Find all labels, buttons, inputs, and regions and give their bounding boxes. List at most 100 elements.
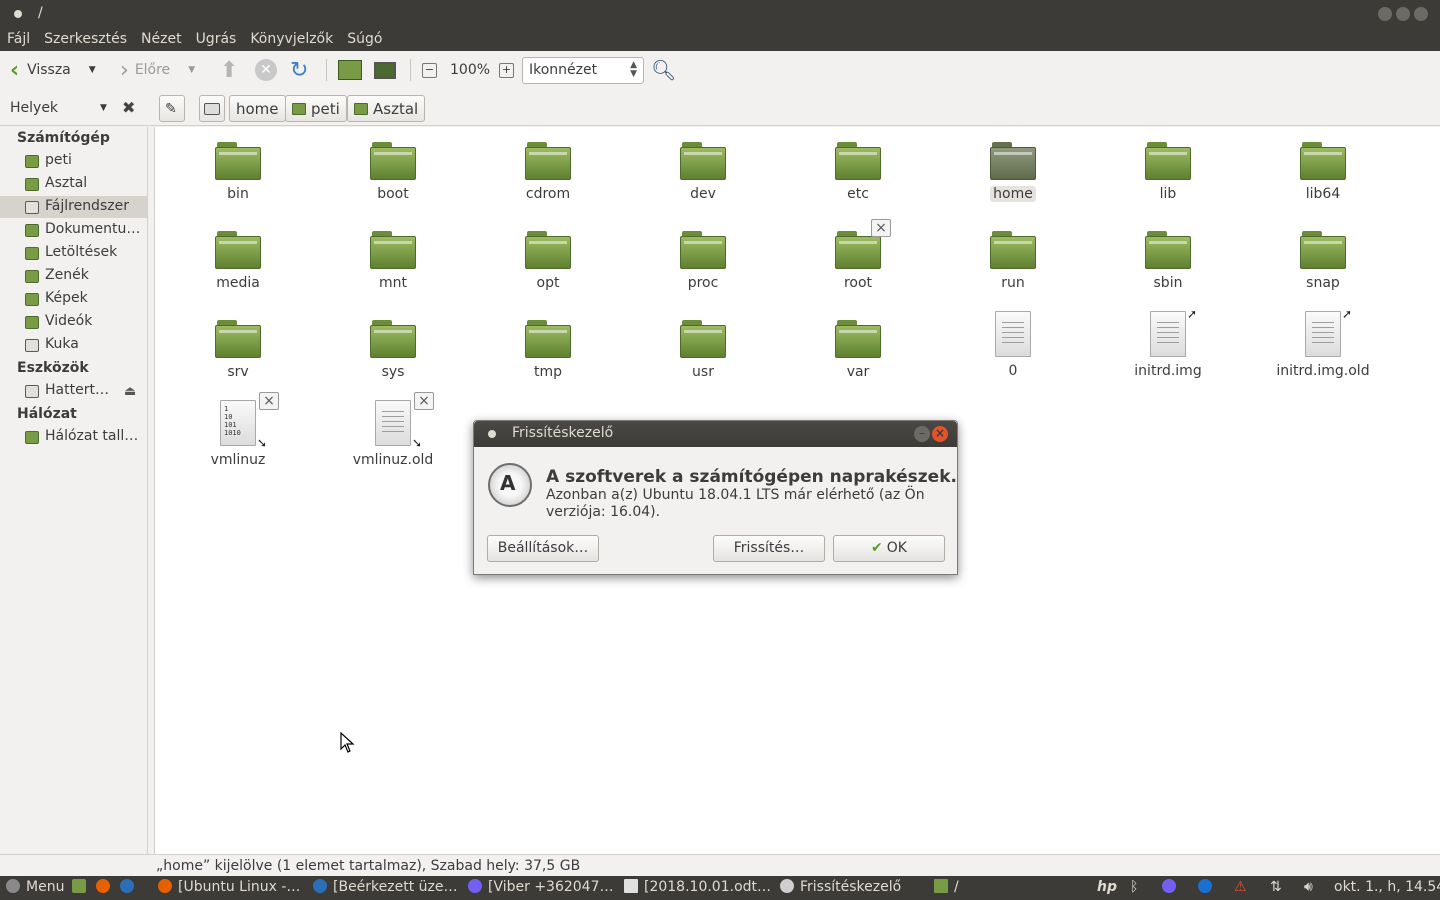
hp-tray-icon[interactable]: hp — [1097, 879, 1117, 895]
path-root-button[interactable] — [199, 95, 225, 122]
window-menu-icon[interactable] — [14, 10, 22, 18]
task-document[interactable]: [2018.10.01.odt… — [624, 879, 771, 895]
file-item[interactable]: dev — [628, 142, 778, 202]
file-item[interactable]: root × — [783, 219, 933, 291]
path-home-button[interactable]: home — [229, 95, 286, 122]
window-menu-icon[interactable] — [488, 430, 496, 438]
network-transfer-icon[interactable]: ⇅ — [1270, 879, 1282, 895]
folder-icon — [680, 231, 726, 269]
sidebar-item-trash[interactable]: Kuka — [0, 334, 147, 356]
dialog-close-button[interactable]: × — [932, 426, 948, 442]
task-mail[interactable]: [Beérkezett üze… — [313, 879, 458, 895]
show-desktop-launcher[interactable] — [72, 879, 92, 895]
maximize-button[interactable] — [1396, 7, 1410, 21]
sidebar-item-device[interactable]: Hattert… ⏏ — [0, 380, 147, 402]
file-item[interactable]: lib — [1093, 142, 1243, 202]
close-sidebar-icon[interactable]: ✖ — [122, 89, 135, 126]
zoom-out-button[interactable]: − — [422, 51, 437, 89]
viber-tray-icon[interactable] — [1162, 879, 1176, 895]
firefox-launcher[interactable] — [96, 879, 116, 895]
file-item[interactable]: ➚ initrd.img — [1093, 307, 1243, 379]
file-item[interactable]: tmp — [473, 320, 623, 380]
file-item[interactable]: media — [163, 231, 313, 291]
folder-icon — [215, 320, 261, 358]
home-button[interactable] — [338, 51, 362, 89]
thunderbird-launcher[interactable] — [120, 879, 140, 895]
menu-file[interactable]: Fájl — [0, 28, 37, 51]
file-item[interactable]: etc — [783, 142, 933, 202]
file-item[interactable]: sys — [318, 320, 468, 380]
sidebar-item-videos[interactable]: Videók — [0, 311, 147, 333]
close-button[interactable] — [1414, 7, 1428, 21]
computer-button[interactable] — [374, 51, 396, 89]
file-item[interactable]: run — [938, 231, 1088, 291]
places-select[interactable]: Helyek ▼ — [10, 89, 107, 126]
file-item[interactable]: 0 — [938, 311, 1088, 379]
zoom-in-button[interactable]: + — [499, 51, 514, 89]
file-item[interactable]: ➘ × vmlinuz.old — [318, 392, 468, 468]
volume-icon[interactable]: 🔊︎ — [1304, 879, 1313, 895]
file-item[interactable]: opt — [473, 231, 623, 291]
file-item[interactable]: ➚ initrd.img.old — [1248, 307, 1398, 379]
chevron-down-icon[interactable]: ▼ — [188, 65, 195, 75]
ok-button[interactable]: ✔ OK — [833, 535, 945, 562]
sidebar-item-desktop[interactable]: Asztal — [0, 173, 147, 195]
menu-go[interactable]: Ugrás — [189, 28, 244, 51]
sidebar-item-filesystem[interactable]: Fájlrendszer — [0, 196, 147, 218]
sidebar-item-downloads[interactable]: Letöltések — [0, 242, 147, 264]
documents-folder-icon — [25, 224, 39, 237]
task-viber[interactable]: [Viber +362047… — [468, 879, 614, 895]
file-item-selected[interactable]: home — [938, 142, 1088, 202]
file-item[interactable]: mnt — [318, 231, 468, 291]
teamviewer-icon[interactable] — [1198, 879, 1212, 895]
dialog-minimize-button[interactable]: – — [914, 426, 930, 442]
clock[interactable]: okt. 1., h, 14.54 — [1334, 879, 1440, 895]
settings-button[interactable]: Beállítások… — [487, 535, 599, 562]
sidebar-item-pictures[interactable]: Képek — [0, 288, 147, 310]
file-item[interactable]: lib64 — [1248, 142, 1398, 202]
file-item[interactable]: srv — [163, 320, 313, 380]
file-item[interactable]: cdrom — [473, 142, 623, 202]
forward-button[interactable]: › Előre ▼ — [120, 51, 195, 89]
file-item[interactable]: sbin — [1093, 231, 1243, 291]
eject-icon[interactable]: ⏏ — [124, 384, 136, 399]
update-button[interactable]: Frissítés… — [713, 535, 825, 562]
path-desktop-button[interactable]: Asztal — [347, 95, 426, 122]
sidebar-section-devices: Eszközök — [17, 360, 89, 376]
search-icon[interactable]: 🔍︎ — [651, 51, 676, 89]
file-item[interactable]: proc — [628, 231, 778, 291]
edit-location-button[interactable]: ✎ — [159, 95, 185, 122]
folder-icon — [1300, 142, 1346, 180]
menu-view[interactable]: Nézet — [134, 28, 189, 51]
menu-help[interactable]: Súgó — [340, 28, 389, 51]
sidebar-item-documents[interactable]: Dokumentu… — [0, 219, 147, 241]
menu-bookmarks[interactable]: Könyvjelzők — [243, 28, 340, 51]
up-arrow-icon[interactable]: ⬆ — [220, 51, 238, 89]
task-firefox[interactable]: [Ubuntu Linux -… — [158, 879, 300, 895]
bluetooth-icon[interactable]: ᛒ — [1130, 879, 1138, 895]
task-file-manager[interactable]: / — [934, 879, 959, 895]
task-update-manager[interactable]: Frissítéskezelő — [780, 879, 901, 895]
chevron-down-icon[interactable]: ▼ — [89, 65, 96, 75]
file-item[interactable]: 1 10 101 1010 ➘ × vmlinuz — [163, 392, 313, 468]
warning-icon[interactable]: ⚠ — [1234, 879, 1247, 895]
sidebar-item-music[interactable]: Zenék — [0, 265, 147, 287]
update-manager-dialog: Frissítéskezelő – × A A szoftverek a szá… — [473, 420, 958, 575]
file-item[interactable]: bin — [163, 142, 313, 202]
file-item[interactable]: usr — [628, 320, 778, 380]
sidebar-item-peti[interactable]: peti — [0, 150, 147, 172]
thunderbird-icon — [313, 879, 327, 893]
file-item[interactable]: boot — [318, 142, 468, 202]
file-item[interactable]: snap — [1248, 231, 1398, 291]
menu-button[interactable]: Menu — [6, 879, 64, 895]
sidebar-item-network-browse[interactable]: Hálózat tall… — [0, 426, 147, 448]
view-mode-select[interactable]: Ikonnézet ▲ ▼ — [522, 57, 644, 84]
text-file-icon — [1150, 311, 1186, 357]
minimize-button[interactable] — [1378, 7, 1392, 21]
stop-button[interactable]: ✕ — [255, 51, 277, 89]
menu-edit[interactable]: Szerkesztés — [37, 28, 134, 51]
back-button[interactable]: ‹ Vissza ▼ — [10, 51, 96, 89]
reload-icon[interactable]: ↻ — [290, 51, 308, 89]
file-item[interactable]: var — [783, 320, 933, 380]
path-peti-button[interactable]: peti — [285, 95, 347, 122]
